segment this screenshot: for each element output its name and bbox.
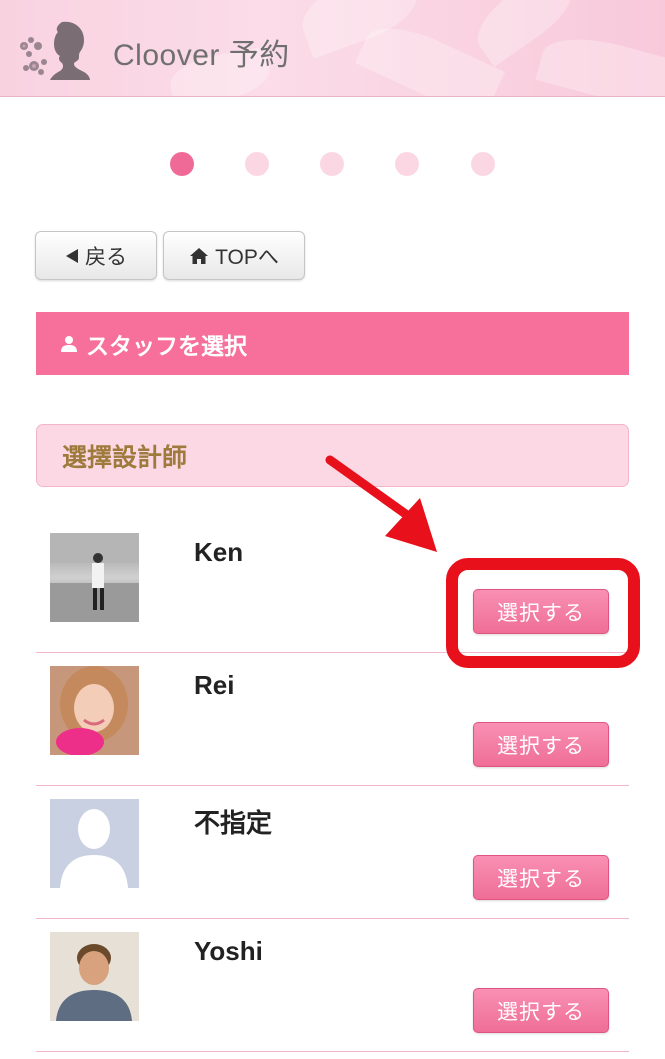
step-dot-3	[320, 152, 344, 176]
user-icon	[61, 335, 77, 352]
app-header: Cloover 予約	[0, 0, 665, 97]
staff-name: 不指定	[194, 808, 273, 838]
staff-select-label: スタッフを選択	[86, 332, 247, 359]
step-dot-4	[395, 152, 419, 176]
staff-name: Yoshi	[194, 936, 263, 966]
top-button-label: TOPへ	[215, 245, 279, 269]
staff-row-rei: Rei 選択する	[36, 653, 629, 786]
back-triangle-icon	[66, 248, 78, 263]
staff-name: Ken	[194, 537, 244, 567]
staff-select-header: スタッフを選択	[36, 312, 629, 375]
step-indicator	[0, 152, 665, 176]
back-button[interactable]: 戻る	[35, 231, 157, 280]
avatar	[50, 666, 139, 755]
select-button[interactable]: 選択する	[473, 988, 609, 1033]
annotation-highlight-box	[446, 558, 640, 668]
staff-row-unspecified: 不指定 選択する	[36, 786, 629, 919]
select-button[interactable]: 選択する	[473, 722, 609, 767]
brand-title: Cloover 予約	[113, 39, 290, 72]
staff-row-yoshi: Yoshi 選択する	[36, 919, 629, 1052]
step-dot-2	[245, 152, 269, 176]
staff-name: Rei	[194, 670, 235, 700]
back-button-label: 戻る	[85, 245, 127, 269]
silhouette-logo-icon	[20, 21, 90, 80]
step-dot-5	[471, 152, 495, 176]
avatar	[50, 799, 139, 888]
section-title: 選擇設計師	[36, 424, 629, 487]
avatar	[50, 533, 139, 622]
step-dot-1	[170, 152, 194, 176]
top-button[interactable]: TOPへ	[163, 231, 305, 280]
avatar	[50, 932, 139, 1021]
home-icon	[190, 247, 209, 264]
select-button[interactable]: 選択する	[473, 855, 609, 900]
